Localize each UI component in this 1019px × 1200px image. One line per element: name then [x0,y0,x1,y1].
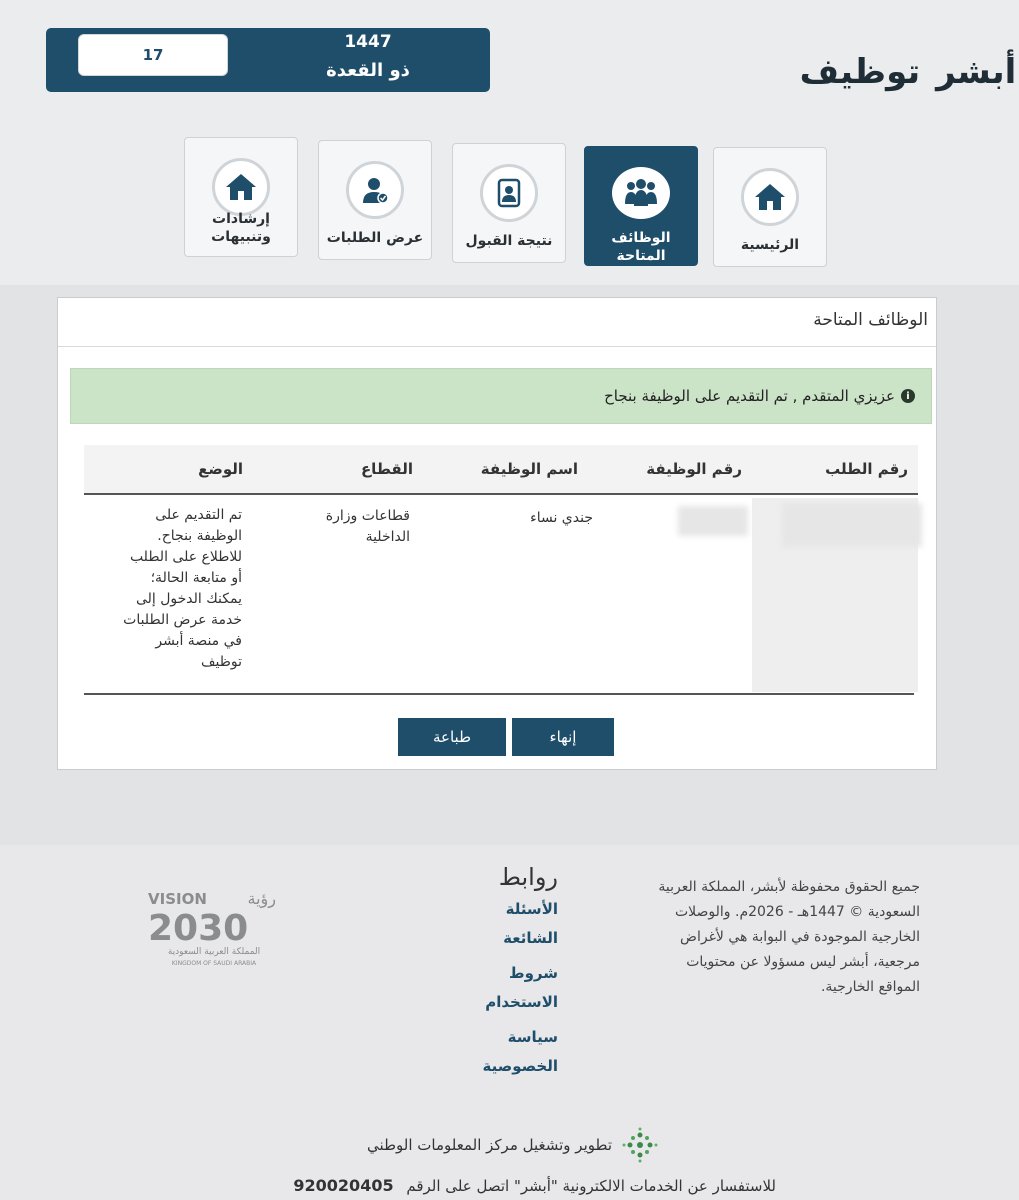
vision-sub-en: KINGDOM OF SAUDI ARABIA [172,960,257,967]
vision-year: 2030 [148,908,248,949]
contact-line: للاستفسار عن الخدمات الالكترونية "أبشر" … [256,1176,776,1195]
vision-sub-ar: المملكة العربية السعودية [168,947,260,957]
table-header: رقم الطلب رقم الوظيفة اسم الوظيفة القطاع… [84,445,918,495]
th-job-name: اسم الوظيفة [480,460,578,478]
footer: جميع الحقوق محفوظة لأبشر، المملكة العربي… [0,845,1019,1200]
links-title: روابط [498,863,558,891]
status-line: للاطلاع على الطلب [129,549,242,565]
link-faq-line1: الأسئلة [505,900,558,918]
status-line: يمكنك الدخول إلى [135,591,242,607]
logo-tawzeef: توظيف [799,52,921,92]
nav-acceptance-result[interactable]: نتيجة القبول [452,143,566,263]
id-badge-icon [480,164,538,222]
status-line: الوظيفة بنجاح. [157,528,242,544]
nav-home[interactable]: الرئيسية [713,147,827,267]
nav-available-jobs-label: الوظائف المتاحة [611,230,671,264]
copyright-line: الخارجية الموجودة في البوابة هي لأغراض [680,929,920,945]
date-month: ذو القعدة [326,60,410,81]
nav-guidelines-alerts[interactable]: إرشادات وتنبيهات [184,137,298,257]
developer-text: تطوير وتشغيل مركز المعلومات الوطني [367,1136,612,1154]
finish-button[interactable]: إنهاء [512,718,614,756]
divider [58,346,936,347]
vision-2030-logo: VISION رؤية 2030 المملكة العربية السعودي… [148,888,282,970]
hijri-date-box: 17 1447 ذو القعدة [46,28,490,92]
copyright-line: السعودية © 1447هـ - 2026م. والوصلات [674,904,920,920]
nav-view-requests-label: عرض الطلبات [326,230,424,246]
developer-credit: تطوير وتشغيل مركز المعلومات الوطني [330,1125,660,1165]
link-privacy-line2: الخصوصية [482,1057,558,1075]
date-day: 17 [78,34,228,76]
available-jobs-panel: الوظائف المتاحة i عزيزي المتقدم , تم الت… [57,297,937,770]
td-sector-line1: قطاعات وزارة [325,508,410,524]
success-alert: i عزيزي المتقدم , تم التقديم على الوظيفة… [70,368,932,424]
link-terms[interactable]: شروط الاستخدام [470,959,558,1017]
logo-absher: أبشر [936,52,1017,92]
th-request-number: رقم الطلب [825,460,908,478]
link-privacy[interactable]: سياسة الخصوصية [470,1023,558,1081]
td-job-name: جندي نساء [530,510,593,526]
th-job-number: رقم الوظيفة [646,460,742,478]
absher-tawzeef-logo[interactable]: أبشر توظيف [800,40,1018,104]
td-sector: قطاعات وزارة الداخلية [280,506,410,548]
link-terms-line2: الاستخدام [485,993,558,1011]
info-icon: i [901,389,915,403]
contact-number[interactable]: 920020405 [293,1176,393,1195]
th-sector: القطاع [360,460,413,478]
people-group-icon [612,167,670,219]
success-alert-text: عزيزي المتقدم , تم التقديم على الوظيفة ب… [604,387,895,405]
header: 17 1447 ذو القعدة أبشر توظيف الرئيسية ال… [0,0,1019,285]
copyright-text: جميع الحقوق محفوظة لأبشر، المملكة العربي… [630,875,920,1000]
job-number-redacted [678,506,748,536]
status-line: في منصة أبشر [155,633,242,649]
status-line: تم التقديم على [155,507,242,523]
nav-guidelines-alerts-label: إرشادات وتنبيهات [211,211,271,245]
nav-acceptance-result-label: نتيجة القبول [465,233,553,249]
home-icon [741,168,799,226]
link-faq-line2: الشائعة [503,929,558,947]
status-line: أو متابعة الحالة؛ [150,570,242,586]
vision-en: VISION [148,890,207,908]
link-terms-line1: شروط [509,964,558,982]
contact-text: للاستفسار عن الخدمات الالكترونية "أبشر" … [406,1177,776,1195]
date-year: 1447 [344,32,392,52]
nav-available-jobs[interactable]: الوظائف المتاحة [584,146,698,266]
td-status: تم التقديم على الوظيفة بنجاح. للاطلاع عل… [102,505,242,673]
nav-home-label: الرئيسية [740,237,800,253]
link-faq[interactable]: الأسئلة الشائعة [470,895,558,953]
table-bottom-border [84,693,914,695]
td-sector-line2: الداخلية [365,529,410,545]
link-privacy-line1: سياسة [507,1028,558,1046]
user-check-icon [346,161,404,219]
panel-title: الوظائف المتاحة [813,310,928,330]
status-line: خدمة عرض الطلبات [123,612,242,628]
home-icon [212,158,270,216]
copyright-line: المواقع الخارجية. [820,979,920,995]
copyright-line: مرجعية، أبشر ليس مسؤولا عن محتويات [686,954,920,970]
status-line: توظيف [201,654,242,670]
vision-ar: رؤية [248,889,276,909]
print-button[interactable]: طباعة [398,718,506,756]
copyright-line: جميع الحقوق محفوظة لأبشر، المملكة العربي… [658,879,920,895]
request-number-redacted [782,503,922,547]
nic-logo-icon [620,1125,660,1165]
th-status: الوضع [198,460,243,478]
nav-view-requests[interactable]: عرض الطلبات [318,140,432,260]
